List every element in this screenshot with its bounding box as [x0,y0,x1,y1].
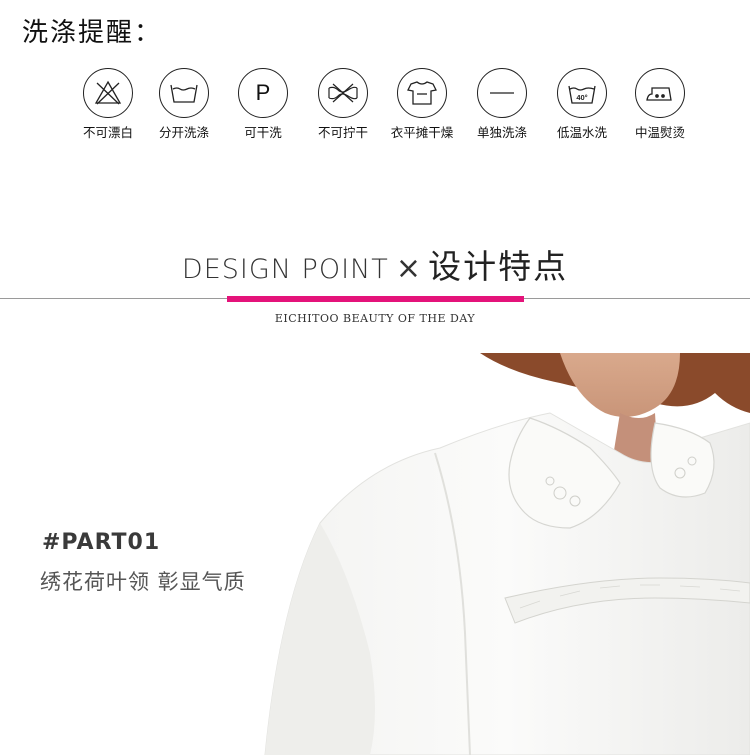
no-bleach-icon [83,68,133,118]
care-label: 不可拧干 [317,125,368,140]
wash-separately-icon [159,68,209,118]
care-item-wash-alone: 单独洗涤 [462,68,542,141]
care-label: 分开洗涤 [158,125,209,140]
care-item-wash-separately: 分开洗涤 [144,68,224,141]
part-code: #PART01 [42,530,161,555]
product-photo [264,353,750,755]
part-description: 绣花荷叶领 彰显气质 [40,570,246,594]
design-title-en: DESIGN POINT [181,254,389,285]
dry-clean-p-icon: P [238,68,288,118]
dry-clean-letter: P [255,80,271,105]
care-item-low-temp-wash: 40° 低温水洗 [542,68,622,141]
care-item-do-not-wring: 不可拧干 [303,68,383,141]
care-reminder-title: 洗涤提醒： [22,18,163,48]
design-title-separator: × [395,251,421,286]
face [560,353,680,417]
brand-tagline: EICHITOO BEAUTY OF THE DAY [274,312,476,325]
temperature-label: 40° [576,93,587,102]
care-label: 中温熨烫 [634,125,685,140]
design-title-cn: 设计特点 [428,247,569,286]
care-item-medium-iron: 中温熨烫 [620,68,700,141]
care-item-dry-clean: P 可干洗 [223,68,303,141]
care-item-no-bleach: 不可漂白 [68,68,148,141]
scalloped-collar-right [650,422,715,498]
care-label: 衣平摊干燥 [390,125,454,140]
wash-alone-icon [477,68,527,118]
care-label: 可干洗 [244,125,282,140]
care-label: 单独洗涤 [476,125,527,140]
design-point-heading: DESIGN POINT × 设计特点 [0,240,750,288]
care-label: 低温水洗 [556,125,607,140]
medium-iron-icon [635,68,685,118]
care-icons-row: 不可漂白 分开洗涤 P 可干洗 不可拧干 衣平摊干燥 单独洗涤 40° 低温水洗… [70,68,710,148]
care-item-dry-flat: 衣平摊干燥 [382,68,462,141]
accent-bar [227,296,524,302]
care-label: 不可漂白 [82,125,133,140]
do-not-wring-icon [318,68,368,118]
low-temp-wash-icon: 40° [557,68,607,118]
dry-flat-icon [397,68,447,118]
